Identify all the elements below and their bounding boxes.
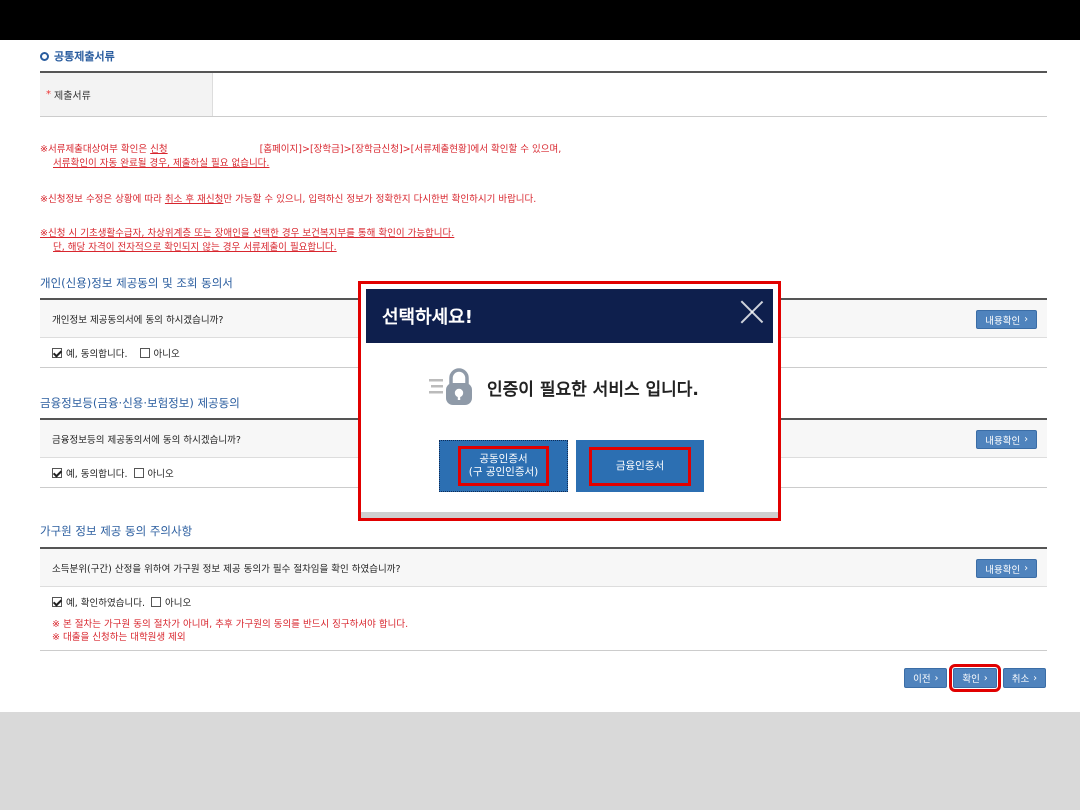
consent-3-note-2: ※ 대출을 신청하는 대학원생 제외 (52, 632, 186, 643)
section-title: 공통제출서류 (40, 48, 115, 64)
consent-2-no-label: 아니오 (147, 468, 174, 480)
consent-3-question-row: 소득분위(구간) 산정을 위하여 가구원 정보 제공 동의가 필수 절차임을 확… (40, 549, 1047, 587)
notice-1-text-c: [홈페이지]>[장학금]>[장학금신청]>[서류제출현황]에서 확인할 수 있으… (259, 144, 562, 155)
consent-3-more-label: 내용확인 (985, 564, 1021, 576)
consent-2-more-label: 내용확인 (985, 435, 1021, 447)
consent-1-more-label: 내용확인 (985, 315, 1021, 327)
consent-2-yes-label: 예, 동의합니다. (66, 468, 128, 480)
consent-3-yes-checkbox[interactable] (52, 596, 62, 607)
chevron-right-icon: › (1024, 563, 1028, 574)
finance-certificate-button[interactable]: 금융인증서 (576, 440, 704, 492)
cancel-label: 취소 (1011, 674, 1030, 685)
notice-3: ※신청 시 기초생활수급자, 차상위계층 또는 장애인을 선택한 경우 보건복지… (40, 227, 454, 255)
confirm-button[interactable]: 확인 › (949, 664, 1001, 692)
top-bar (0, 0, 1080, 40)
consent-3-no-label: 아니오 (164, 597, 192, 609)
notice-2-text-c: 만 가능할 수 있으니, 입력하신 정보가 정확한지 다시한번 확인하시기 바랍… (223, 194, 537, 205)
consent-1-yes-checkbox[interactable] (52, 347, 62, 358)
document-value-cell (213, 73, 1047, 116)
consent-3-answer-row: 예, 확인하였습니다. 아니오 (40, 587, 1047, 616)
consent-1-title: 개인(신용)정보 제공동의 및 조회 동의서 (40, 276, 233, 290)
consent-2-no-checkbox[interactable] (133, 467, 144, 478)
notice-1-link[interactable]: 신청 (150, 144, 167, 155)
consent-3-yes-label: 예, 확인하였습니다. (66, 597, 145, 609)
chevron-right-icon: › (1033, 672, 1037, 684)
modal-message-row: 인증이 필요한 서비스 입니다. (429, 367, 699, 407)
confirm-label: 확인 (962, 674, 980, 685)
consent-1-no-checkbox[interactable] (139, 347, 150, 358)
consent-3-more-button[interactable]: 내용확인 › (976, 559, 1037, 578)
consent-2-question: 금융정보등의 제공동의서에 동의 하시겠습니까? (52, 434, 241, 446)
consent-3-no-checkbox[interactable] (150, 596, 161, 607)
notice-2-text-a: ※신청정보 수정은 상황에 따라 (40, 194, 165, 205)
consent-3-title: 가구원 정보 제공 동의 주의사항 (40, 524, 193, 538)
joint-certificate-button[interactable]: 공동인증서 (구 공인인증서) (439, 440, 568, 492)
chevron-right-icon: › (983, 672, 988, 684)
modal-message: 인증이 필요한 서비스 입니다. (487, 379, 699, 400)
section-title-text: 공통제출서류 (54, 50, 115, 63)
consent-1-no-label: 아니오 (153, 348, 180, 360)
prev-label: 이전 (913, 674, 931, 685)
footer-area (0, 712, 1080, 810)
notice-1-text-a: ※서류제출대상여부 확인은 (40, 144, 151, 155)
document-table: * 제출서류 (40, 71, 1047, 117)
notice-3-line1: ※신청 시 기초생활수급자, 차상위계층 또는 장애인을 선택한 경우 보건복지… (40, 228, 455, 239)
prev-button[interactable]: 이전 › (904, 668, 948, 688)
finance-certificate-highlight: 금융인증서 (588, 446, 692, 486)
auth-modal: 선택하세요! 인증이 필요한 서비스 입니다. 공동인증서 (구 공인인증서) … (358, 281, 781, 521)
joint-certificate-highlight: 공동인증서 (구 공인인증서) (457, 446, 550, 486)
required-mark: * (46, 89, 51, 100)
document-label-cell: * 제출서류 (40, 73, 213, 116)
notice-1-line2: 서류확인이 자동 완료될 경우, 제출하실 필요 없습니다. (53, 158, 270, 169)
consent-1-question: 개인정보 제공동의서에 동의 하시겠습니까? (52, 314, 224, 326)
cancel-button[interactable]: 취소 › (1002, 668, 1046, 688)
joint-certificate-sublabel: (구 공인인증서) (468, 466, 539, 478)
consent-3-box: 소득분위(구간) 산정을 위하여 가구원 정보 제공 동의가 필수 절차임을 확… (40, 547, 1047, 651)
consent-1-more-button[interactable]: 내용확인 › (976, 310, 1037, 329)
consent-3-note-1: ※ 본 절차는 가구원 동의 절차가 아니며, 추후 가구원의 동의를 반드시 … (52, 619, 409, 630)
notice-1: ※서류제출대상여부 확인은 신청 [홈페이지]>[장학금]>[장학금신청]>[서류… (40, 143, 561, 171)
modal-title: 선택하세요! (382, 307, 474, 328)
close-icon[interactable] (739, 299, 765, 325)
chevron-right-icon: › (1024, 434, 1028, 445)
document-label: 제출서류 (54, 91, 91, 102)
notice-2: ※신청정보 수정은 상황에 따라 취소 후 재신청만 가능할 수 있으니, 입력… (40, 193, 536, 207)
finance-certificate-label: 금융인증서 (615, 459, 665, 472)
consent-1-yes-label: 예, 동의합니다. (66, 348, 128, 360)
consent-3-question: 소득분위(구간) 산정을 위하여 가구원 정보 제공 동의가 필수 절차임을 확… (52, 563, 401, 575)
consent-2-title: 금융정보등(금융·신용·보험정보) 제공동의 (40, 396, 240, 410)
consent-3-notes: ※ 본 절차는 가구원 동의 절차가 아니며, 추후 가구원의 동의를 반드시 … (40, 616, 1047, 650)
modal-header: 선택하세요! (366, 289, 773, 343)
notice-2-emphasis: 취소 후 재신청 (164, 194, 224, 205)
chevron-right-icon: › (934, 672, 939, 684)
consent-2-yes-checkbox[interactable] (52, 467, 62, 478)
consent-2-more-button[interactable]: 내용확인 › (976, 430, 1037, 449)
bullet-icon (40, 51, 49, 61)
modal-bottom-bar (361, 512, 778, 518)
joint-certificate-label: 공동인증서 (479, 453, 528, 465)
chevron-right-icon: › (1024, 314, 1028, 325)
lock-icon (429, 367, 479, 407)
notice-3-line2: 단, 해당 자격이 전자적으로 확인되지 않는 경우 서류제출이 필요합니다. (53, 242, 337, 253)
bottom-button-group: 이전 › 확인 › 취소 › (904, 664, 1046, 692)
